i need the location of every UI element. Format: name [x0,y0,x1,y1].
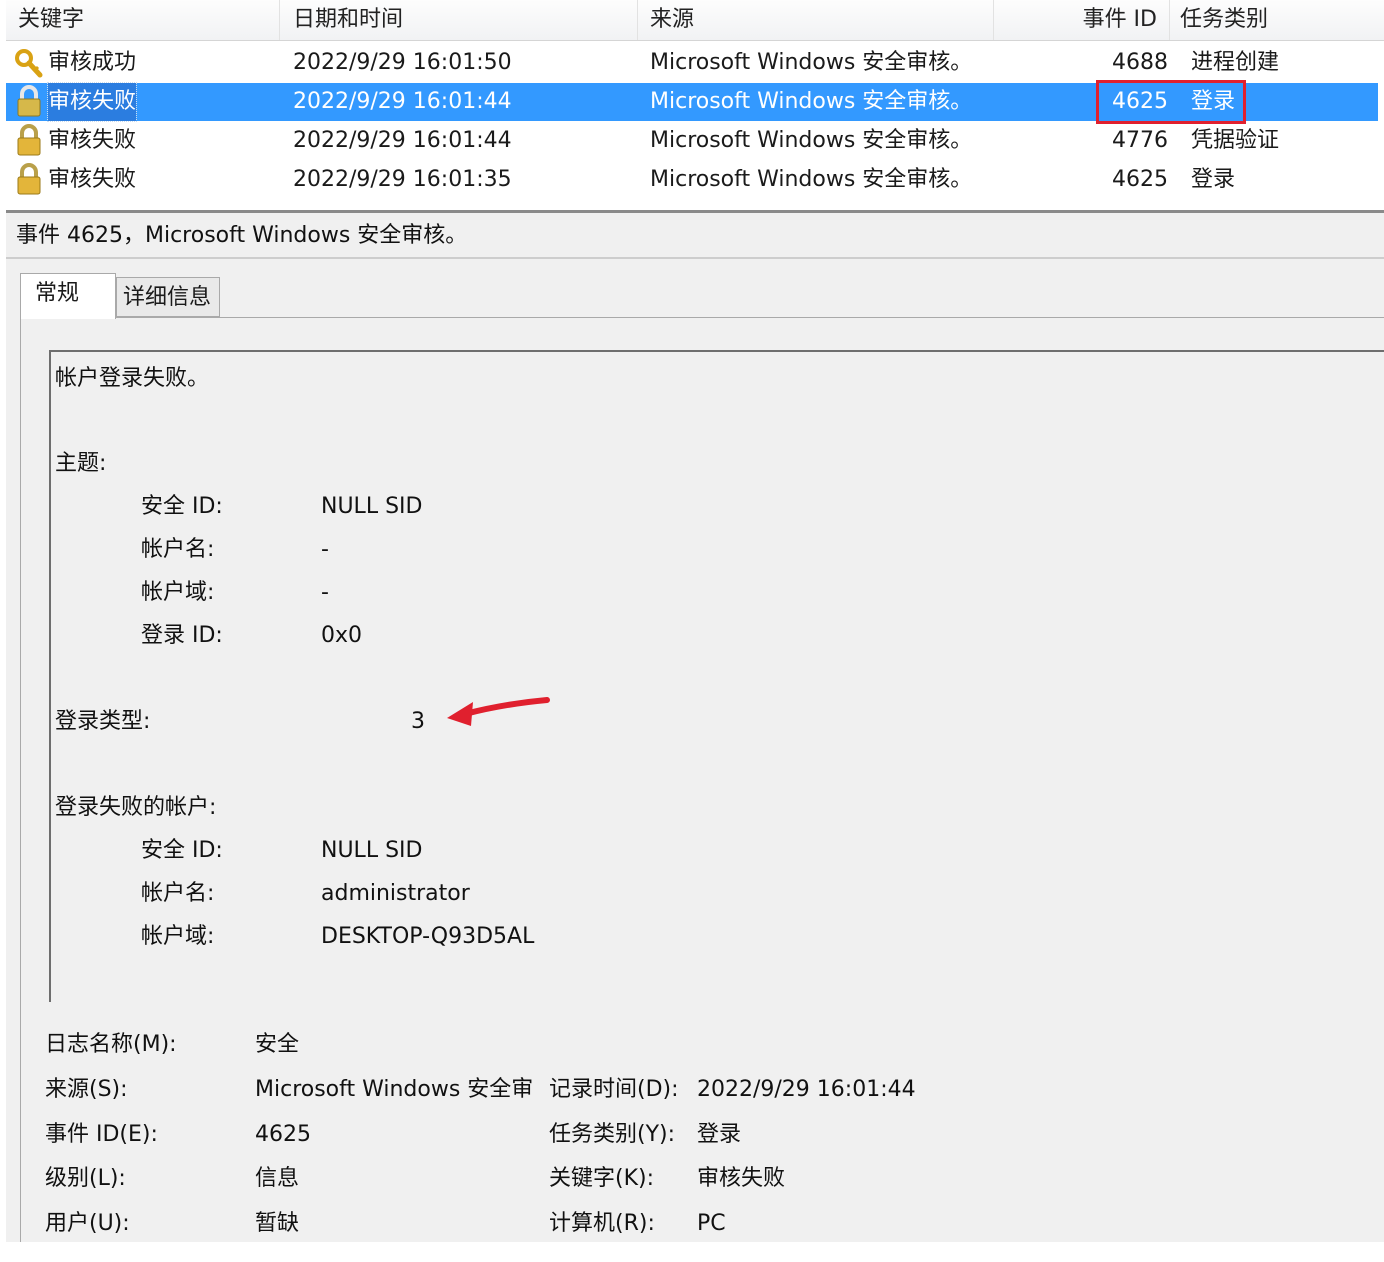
event-row[interactable]: 审核成功 2022/9/29 16:01:50 Microsoft Window… [6,44,1378,82]
row-keyword: 审核失败 [48,167,137,192]
failed-account-name-value: administrator [321,881,470,906]
failed-account-domain-label: 帐户域: [141,924,215,949]
computer-value: PC [697,1211,726,1236]
row-source: Microsoft Windows 安全审核。 [650,50,973,75]
lock-icon [14,83,44,121]
tab-details[interactable]: 详细信息 [116,277,220,317]
tab-panel-general: 帐户登录失败。 主题: 安全 ID: NULL SID 帐户名: - 帐户域: … [20,317,1384,1246]
event-row[interactable]: 审核失败 2022/9/29 16:01:44 Microsoft Window… [6,122,1378,160]
subject-security-id-value: NULL SID [321,494,423,519]
source-value: Microsoft Windows 安全审 [255,1077,534,1102]
column-header-datetime[interactable]: 日期和时间 [280,0,638,40]
row-event-id: 4776 [1112,128,1168,153]
row-task-category: 进程创建 [1191,50,1280,75]
logged-value: 2022/9/29 16:01:44 [697,1077,916,1102]
row-event-id: 4688 [1112,50,1168,75]
tab-general[interactable]: 常规 [20,273,116,319]
event-row[interactable]: 审核失败 2022/9/29 16:01:35 Microsoft Window… [6,161,1378,199]
column-header-event-id[interactable]: 事件 ID [994,0,1170,40]
row-datetime: 2022/9/29 16:01:35 [293,167,512,192]
divider [6,257,1384,259]
lock-icon [14,122,44,160]
row-event-id: 4625 [1112,167,1168,192]
page-bottom-margin [0,1242,1384,1262]
user-value: 暂缺 [255,1211,300,1236]
task-category-label: 任务类别(Y): [549,1122,676,1147]
subject-account-name-label: 帐户名: [141,537,215,562]
row-datetime: 2022/9/29 16:01:50 [293,50,512,75]
failed-security-id-label: 安全 ID: [141,838,223,863]
event-id-value: 4625 [255,1122,311,1147]
row-source: Microsoft Windows 安全审核。 [650,167,973,192]
event-list[interactable]: 关键字 日期和时间 来源 事件 ID 任务类别 审核成功 2022/9/29 1… [6,0,1384,210]
event-id-label: 事件 ID(E): [45,1122,158,1147]
column-header-keyword[interactable]: 关键字 [6,0,280,40]
task-category-value: 登录 [697,1122,742,1147]
log-name-value: 安全 [255,1032,300,1057]
subject-label: 主题: [55,451,107,476]
subject-account-domain-label: 帐户域: [141,580,215,605]
logon-type-value: 3 [411,709,425,734]
key-icon [14,44,44,82]
annotation-arrow-icon [447,697,550,726]
logged-label: 记录时间(D): [549,1077,679,1102]
computer-label: 计算机(R): [549,1211,655,1236]
annotation-highlight-box [1096,80,1246,124]
subject-logon-id-value: 0x0 [321,623,363,648]
row-source: Microsoft Windows 安全审核。 [650,89,973,114]
keywords-value: 审核失败 [697,1166,786,1191]
row-datetime: 2022/9/29 16:01:44 [293,89,512,114]
row-keyword: 审核成功 [48,50,137,75]
keywords-label: 关键字(K): [549,1166,655,1191]
event-detail-pane: 事件 4625，Microsoft Windows 安全审核。 常规 详细信息 … [6,210,1384,1246]
list-header: 关键字 日期和时间 来源 事件 ID 任务类别 [6,0,1384,41]
row-keyword: 审核失败 [46,82,138,122]
column-header-source[interactable]: 来源 [638,0,994,40]
level-value: 信息 [255,1166,300,1191]
row-task-category: 登录 [1191,167,1236,192]
subject-logon-id-label: 登录 ID: [141,623,223,648]
failed-account-label: 登录失败的帐户: [55,795,217,820]
failed-account-domain-value: DESKTOP-Q93D5AL [321,924,535,949]
level-label: 级别(L): [45,1166,126,1191]
log-name-label: 日志名称(M): [45,1032,177,1057]
subject-security-id-label: 安全 ID: [141,494,223,519]
lock-icon [14,161,44,199]
source-label: 来源(S): [45,1077,128,1102]
description-heading: 帐户登录失败。 [55,366,210,391]
event-description-box[interactable]: 帐户登录失败。 主题: 安全 ID: NULL SID 帐户名: - 帐户域: … [49,350,1384,1002]
row-source: Microsoft Windows 安全审核。 [650,128,973,153]
column-header-task-category[interactable]: 任务类别 [1170,0,1384,40]
user-label: 用户(U): [45,1211,130,1236]
row-keyword: 审核失败 [48,128,137,153]
failed-account-name-label: 帐户名: [141,881,215,906]
subject-account-name-value: - [321,537,329,562]
row-datetime: 2022/9/29 16:01:44 [293,128,512,153]
failed-security-id-value: NULL SID [321,838,423,863]
detail-title: 事件 4625，Microsoft Windows 安全审核。 [16,223,468,248]
subject-account-domain-value: - [321,580,329,605]
logon-type-label: 登录类型: [55,709,151,734]
row-task-category: 凭据验证 [1191,128,1280,153]
